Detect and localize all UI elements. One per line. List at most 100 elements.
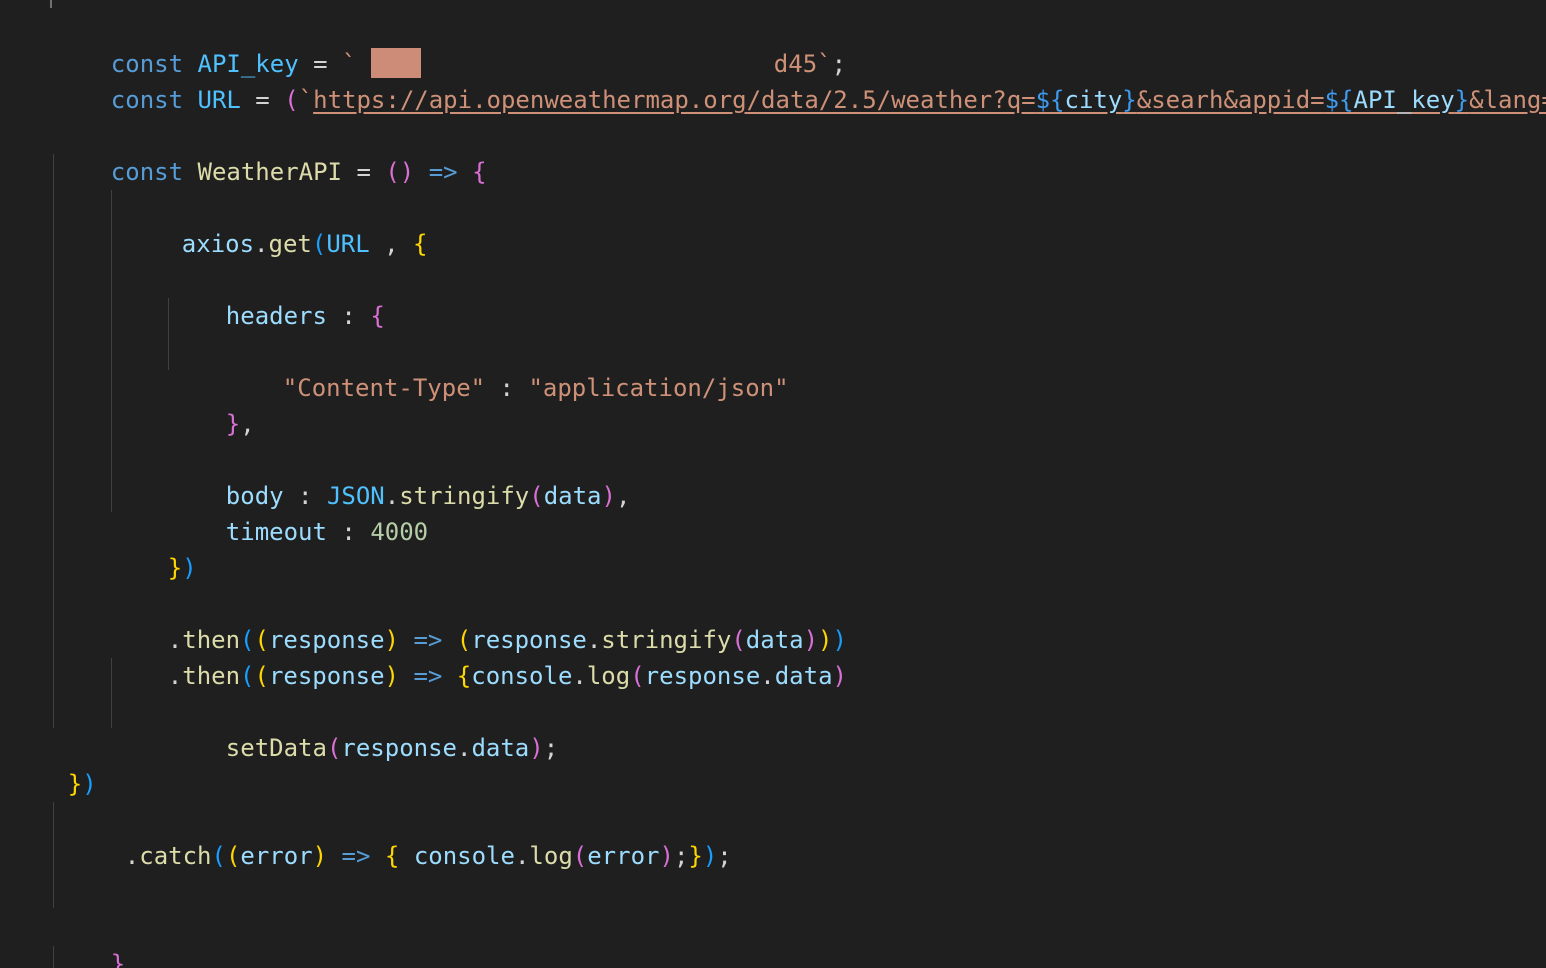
bracket: { (384, 842, 400, 870)
code-line-10[interactable]: }) (110, 514, 197, 582)
bracket: ( (630, 662, 645, 690)
bracket: ) (601, 482, 616, 510)
url-link[interactable]: &searh&appid= (1137, 86, 1325, 114)
colon: : (326, 302, 371, 330)
parameter: response (268, 662, 385, 690)
bracket: } (225, 410, 241, 438)
semicolon: ; (543, 734, 559, 762)
property-key: timeout (225, 518, 327, 546)
colon: : (485, 374, 529, 402)
bracket: ( (254, 662, 269, 690)
code-line-1[interactable]: const API_key = ` (53, 10, 421, 78)
arrow-operator: => (399, 662, 457, 690)
argument-object: response (341, 734, 457, 762)
template-variable: API_key (1353, 86, 1455, 114)
method-name: get (268, 230, 312, 258)
string-key: "Content-Type" (282, 374, 486, 402)
bracket: { (413, 230, 428, 258)
bracket: ( (529, 482, 544, 510)
identifier: URL (197, 86, 241, 114)
code-line-8[interactable]: body : JSON.stringify(data), (168, 442, 631, 510)
code-line-4[interactable]: axios.get(URL , { (124, 190, 428, 258)
argument-property: data (774, 662, 833, 690)
url-link[interactable]: https://api.openweathermap.org/data/2.5/… (313, 86, 1035, 114)
code-line-12[interactable]: .then((response) => {console.log(respons… (110, 622, 847, 690)
dot: . (124, 842, 140, 870)
code-line-15[interactable]: .catch((error) => { console.log(error);}… (67, 802, 732, 870)
bracket: ) (659, 842, 674, 870)
bracket: } (688, 842, 703, 870)
object-name: console (471, 662, 573, 690)
object-name: axios (181, 230, 255, 258)
method-name: then (182, 662, 241, 690)
object-name: console (413, 842, 515, 870)
method-name: log (529, 842, 573, 870)
dot: . (514, 842, 530, 870)
template-variable: city (1064, 86, 1123, 114)
bracket: ( (572, 842, 588, 870)
argument-object: response (644, 662, 761, 690)
bracket: ( (326, 734, 342, 762)
code-line-5[interactable]: headers : { (168, 262, 385, 330)
code-line-16[interactable]: } (53, 910, 125, 968)
bracket: ) (312, 842, 328, 870)
function-name: WeatherAPI (197, 158, 343, 186)
bracket: } (110, 950, 126, 968)
method-name: log (586, 662, 631, 690)
code-line-6[interactable]: "Content-Type" : "application/json" (225, 334, 789, 402)
operator: = (240, 86, 285, 114)
dot: . (572, 662, 587, 690)
property-key: headers (225, 302, 327, 330)
semicolon: ; (673, 842, 689, 870)
bracket: { (472, 158, 487, 186)
bracket: { (456, 662, 472, 690)
code-line-11[interactable]: .then((response) => (response.stringify(… (110, 586, 847, 654)
string-delimiter: ` (298, 86, 314, 114)
code-editor[interactable]: const API_key = ` d45`; const URL = (`ht… (0, 0, 1546, 968)
code-line-7[interactable]: }, (168, 370, 255, 438)
argument-property: data (471, 734, 530, 762)
code-line-1-tail[interactable]: d45`; (716, 10, 846, 78)
arrow-operator: => (414, 158, 473, 186)
bracket: { (370, 302, 385, 330)
bracket: } (67, 770, 83, 798)
bracket: ) (182, 554, 197, 582)
comma: , (615, 482, 631, 510)
code-line-3[interactable]: const WeatherAPI = () => { (53, 118, 487, 186)
arrow-operator: => (327, 842, 385, 870)
dot: . (167, 662, 183, 690)
template-open: ${ (1035, 86, 1065, 114)
url-link[interactable]: &lang=kr (1469, 86, 1546, 114)
template-close: } (1454, 86, 1470, 114)
template-close: } (1122, 86, 1137, 114)
cursor-guide (50, 0, 52, 8)
bracket: ) (832, 662, 847, 690)
keyword: const (110, 158, 184, 186)
bracket: } (167, 554, 183, 582)
string-value: "application/json" (528, 374, 789, 402)
bracket: () (385, 158, 415, 186)
comma: , (240, 410, 255, 438)
code-line-9[interactable]: timeout : 4000 (168, 478, 428, 546)
bracket: ) (529, 734, 544, 762)
argument: error (587, 842, 660, 870)
bracket: ( (240, 662, 255, 690)
template-open: ${ (1324, 86, 1354, 114)
indent-guide-function (53, 154, 54, 728)
argument: data (543, 482, 602, 510)
code-line-13[interactable]: setData(response.data); (168, 694, 558, 762)
number-literal: 4000 (370, 518, 429, 546)
bracket: ) (82, 770, 97, 798)
dot: . (457, 734, 472, 762)
bracket: ) (384, 662, 399, 690)
code-line-14[interactable]: }) (10, 730, 97, 798)
function-call: setData (225, 734, 327, 762)
indent-guide-catch (53, 802, 54, 908)
parameter: error (240, 842, 313, 870)
code-line-2[interactable]: const URL = (`https://api.openweathermap… (53, 46, 1546, 114)
comma: , (369, 230, 414, 258)
method-name: catch (139, 842, 212, 870)
dot: . (254, 230, 269, 258)
bracket: ( (211, 842, 226, 870)
argument: URL (326, 230, 370, 258)
